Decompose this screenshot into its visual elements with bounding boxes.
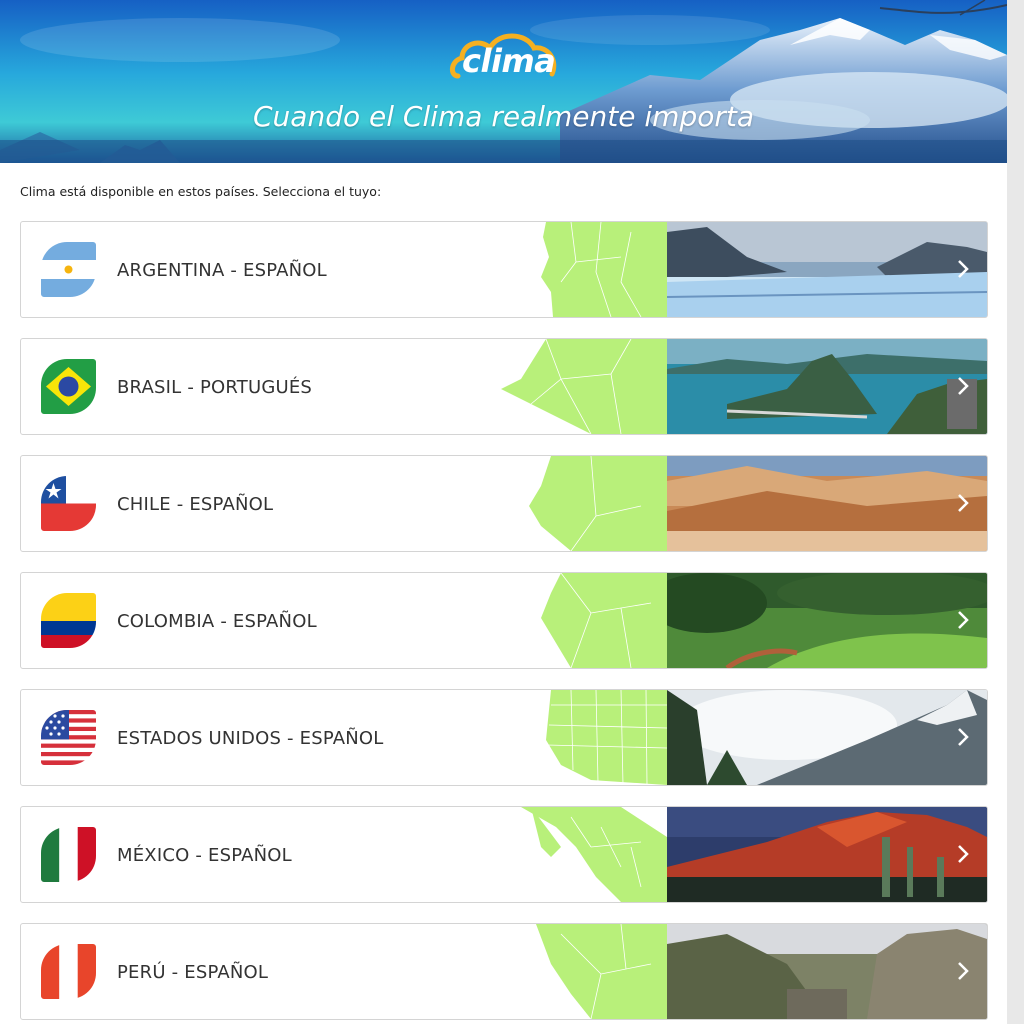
- argentina-glacier-photo: [667, 222, 987, 317]
- country-label: PERÚ - ESPAÑOL: [117, 962, 269, 983]
- brazil-flag-icon: [41, 359, 96, 414]
- peru-ruins-photo: [667, 924, 987, 1019]
- country-card-peru[interactable]: PERÚ - ESPAÑOL: [20, 923, 988, 1020]
- chevron-right-icon: [958, 728, 969, 746]
- chile-flag-icon: [41, 476, 96, 531]
- peru-map-icon: [501, 924, 667, 1019]
- chevron-right-icon: [958, 845, 969, 863]
- mexico-flag-icon: [41, 827, 96, 882]
- country-card-argentina[interactable]: ARGENTINA - ESPAÑOL: [20, 221, 988, 318]
- argentina-flag-icon: [41, 242, 96, 297]
- brazil-map-icon: [501, 339, 667, 434]
- hero-banner: clima Cuando el Clima realmente importa: [0, 0, 1007, 163]
- logo-text: clima: [462, 42, 556, 80]
- tagline: Cuando el Clima realmente importa: [253, 100, 754, 133]
- country-card-brasil[interactable]: BRASIL - PORTUGUÉS: [20, 338, 988, 435]
- brasil-bay-photo: [667, 339, 987, 434]
- country-label: BRASIL - PORTUGUÉS: [117, 377, 313, 398]
- chevron-right-icon: [958, 611, 969, 629]
- country-label: COLOMBIA - ESPAÑOL: [117, 611, 317, 632]
- country-card-chile[interactable]: CHILE - ESPAÑOL: [20, 455, 988, 552]
- chevron-right-icon: [958, 260, 969, 278]
- country-label: ESTADOS UNIDOS - ESPAÑOL: [117, 728, 384, 749]
- intro-text: Clima está disponible en estos países. S…: [20, 184, 382, 199]
- peru-flag-icon: [41, 944, 96, 999]
- usa-flag-icon: [41, 710, 96, 765]
- clima-logo[interactable]: clima: [448, 26, 560, 86]
- chevron-right-icon: [958, 377, 969, 395]
- country-card-estados-unidos[interactable]: ESTADOS UNIDOS - ESPAÑOL: [20, 689, 988, 786]
- country-card-colombia[interactable]: COLOMBIA - ESPAÑOL: [20, 572, 988, 669]
- country-label: ARGENTINA - ESPAÑOL: [117, 260, 327, 281]
- chile-map-icon: [501, 456, 667, 551]
- country-label: CHILE - ESPAÑOL: [117, 494, 274, 515]
- colombia-flag-icon: [41, 593, 96, 648]
- mexico-volcano-photo: [667, 807, 987, 902]
- country-label: MÉXICO - ESPAÑOL: [117, 845, 292, 866]
- colombia-map-icon: [501, 573, 667, 668]
- colombia-forest-photo: [667, 573, 987, 668]
- chevron-right-icon: [958, 494, 969, 512]
- chevron-right-icon: [958, 962, 969, 980]
- usa-map-icon: [501, 690, 668, 785]
- scrollbar[interactable]: [1007, 0, 1024, 1024]
- usa-mountain-photo: [667, 690, 987, 785]
- country-card-mexico[interactable]: MÉXICO - ESPAÑOL: [20, 806, 988, 903]
- argentina-map-icon: [501, 222, 667, 317]
- chile-desert-photo: [667, 456, 987, 551]
- mexico-map-icon: [501, 807, 667, 902]
- page: clima Cuando el Clima realmente importa …: [0, 0, 1007, 1024]
